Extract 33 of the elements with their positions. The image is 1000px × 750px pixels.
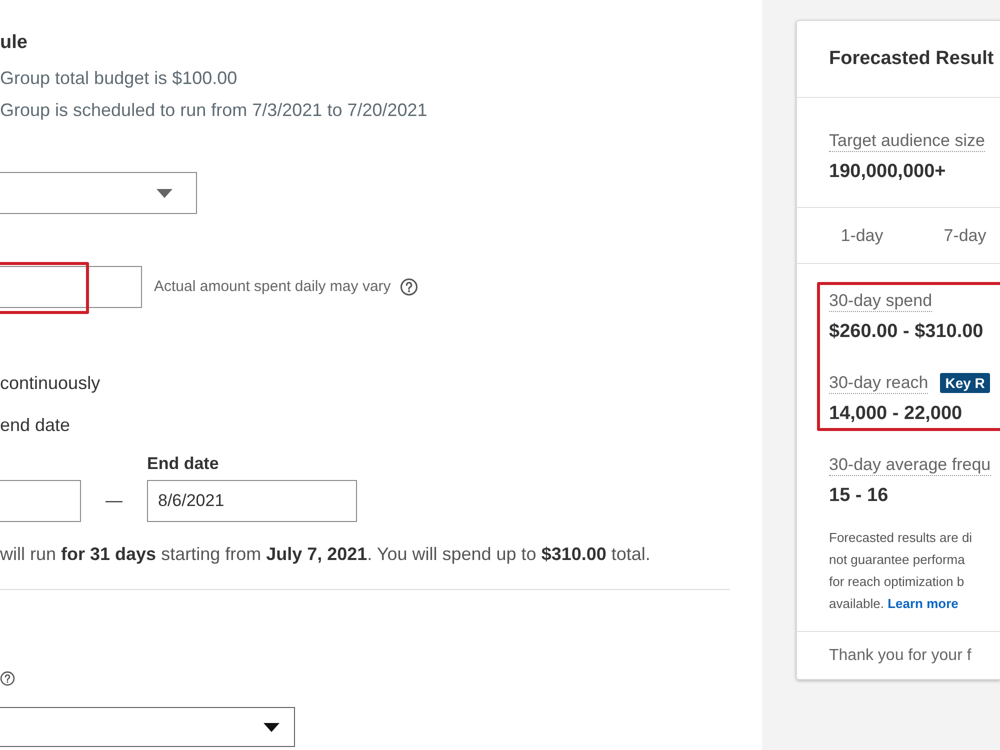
hint-text: Actual amount spent daily may vary	[154, 277, 391, 297]
caret-icon	[156, 188, 173, 198]
metric-value: 15 - 16	[829, 484, 888, 508]
caret-icon	[263, 722, 280, 732]
option-label[interactable]: continuously	[0, 371, 100, 395]
dropdown[interactable]	[0, 172, 197, 214]
section-title: ule	[0, 31, 28, 55]
metric-label: Target audience size	[829, 130, 985, 152]
field-label: End date	[147, 454, 219, 474]
tab[interactable]: 7-day	[930, 208, 1000, 263]
card-title: Forecasted Result	[829, 47, 994, 71]
learn-more-link[interactable]: Learn more	[888, 596, 958, 611]
tab[interactable]: 1-day	[827, 208, 897, 263]
badge: Key R	[940, 373, 990, 393]
metric-value: 190,000,000+	[829, 160, 946, 184]
date-field[interactable]	[0, 480, 81, 522]
metric-value: $260.00 - $310.00	[829, 320, 984, 344]
disclaimer-text: Forecasted results are di not guarantee performa for reach optimization b available. Learn more	[829, 529, 974, 613]
feedback-text: Thank you for your f	[829, 646, 972, 666]
metric-label: 30-day average frequ	[829, 454, 991, 476]
option-label[interactable]: end date	[0, 413, 70, 437]
metric-label: 30-day reach	[829, 372, 928, 394]
date-field[interactable]: 8/6/2021	[147, 480, 357, 522]
metric-label: 30-day spend	[829, 290, 932, 312]
help-icon[interactable]	[400, 278, 418, 296]
metric-value: 14,000 - 22,000	[829, 402, 962, 426]
summary-line: Group total budget is $100.00	[0, 67, 238, 90]
date-separator: —	[106, 491, 122, 511]
dropdown[interactable]	[0, 707, 295, 747]
schedule-summary-text: will run for 31 days starting from July 7, 2021. You will spend up to $310.00 total.	[0, 543, 650, 566]
help-icon[interactable]	[0, 671, 15, 686]
summary-line: Group is scheduled to run from 7/3/2021 to 7/20/2021	[0, 99, 428, 122]
input-field[interactable]	[0, 266, 142, 308]
